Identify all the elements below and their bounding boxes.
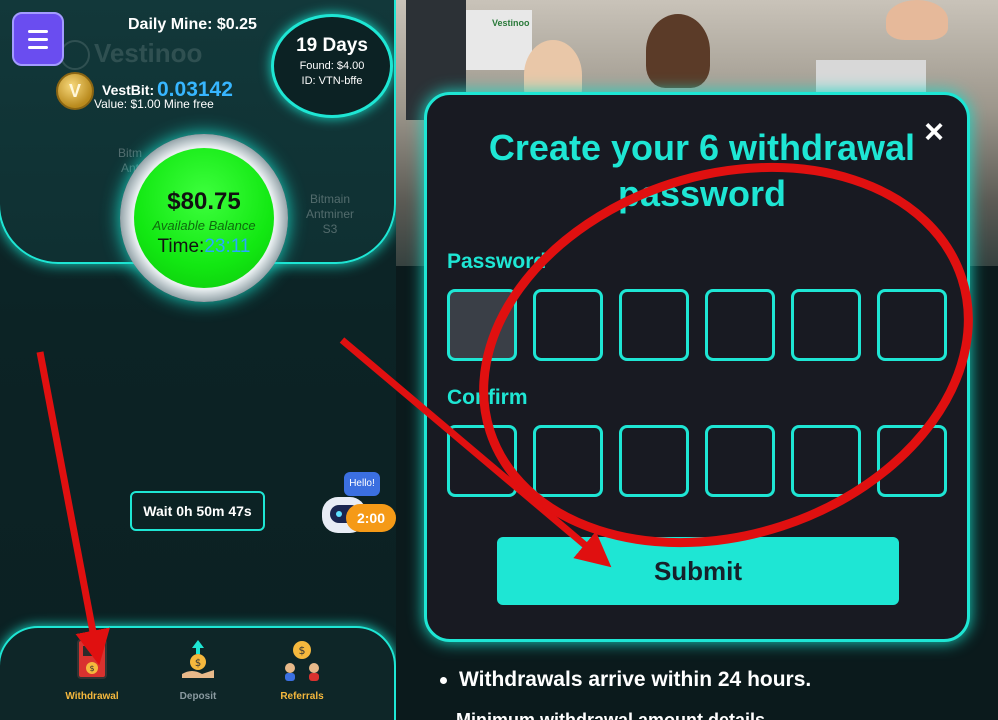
password-digit-2[interactable] bbox=[533, 289, 603, 361]
vestbit-subtext: Value: $1.00 Mine free bbox=[94, 97, 214, 111]
password-digit-4[interactable] bbox=[705, 289, 775, 361]
photo-brand-label: Vestinoo bbox=[492, 18, 530, 28]
ghost-miner-right: Bitmain Antminer S3 bbox=[306, 192, 355, 236]
referrals-icon: $ bbox=[285, 641, 319, 681]
balance-time-value: 23:11 bbox=[204, 236, 251, 257]
mining-dashboard-panel: Vestinoo Bitm Ant Bitmain Antminer S3 Daily… bbox=[0, 0, 396, 720]
menu-button[interactable] bbox=[12, 12, 64, 66]
withdrawal-password-modal: Create your 6 withdrawal password × Pass… bbox=[424, 92, 970, 642]
password-digit-6[interactable] bbox=[877, 289, 947, 361]
balance-amount: $80.75 bbox=[167, 188, 241, 215]
daily-mine-text: Daily Mine: $0.25 bbox=[128, 16, 257, 33]
vestbit-coin-icon: V bbox=[56, 72, 94, 110]
nav-label-referrals: Referrals bbox=[280, 691, 324, 702]
nav-item-deposit[interactable]: $ Deposit bbox=[158, 638, 238, 702]
svg-text:$: $ bbox=[89, 664, 94, 673]
confirm-digit-5[interactable] bbox=[791, 425, 861, 497]
balance-label: Available Balance bbox=[152, 218, 256, 233]
confirm-pin-row bbox=[447, 425, 947, 497]
found-amount: Found: $4.00 bbox=[299, 60, 365, 72]
nav-item-referrals[interactable]: $ Referrals bbox=[262, 638, 342, 702]
balance-orb-inner: $80.75 Available Balance Time:23:11 bbox=[134, 148, 274, 288]
password-label: Password bbox=[447, 250, 547, 273]
withdrawal-note: Withdrawals arrive within 24 hours. bbox=[440, 668, 811, 692]
withdrawal-note-2: Minimum withdrawal amount details bbox=[456, 710, 766, 720]
user-id: ID: VTN-bffe bbox=[301, 75, 363, 87]
timer-badge[interactable]: 2:00 bbox=[346, 504, 396, 532]
deposit-icon: $ bbox=[182, 640, 214, 678]
vestbit-label: VestBit: bbox=[102, 82, 155, 98]
days-badge: 19 Days Found: $4.00 ID: VTN-bffe bbox=[271, 14, 393, 118]
confirm-digit-6[interactable] bbox=[877, 425, 947, 497]
svg-text:$: $ bbox=[195, 658, 201, 669]
balance-time: Time:23:11 bbox=[157, 236, 251, 257]
days-count: 19 Days bbox=[296, 35, 368, 56]
nav-label-withdrawal: Withdrawal bbox=[65, 691, 119, 702]
withdrawal-password-panel: Vestinoo Create your 6 withdrawal passwo… bbox=[396, 0, 998, 720]
password-digit-3[interactable] bbox=[619, 289, 689, 361]
submit-button[interactable]: Submit bbox=[497, 537, 899, 605]
nav-item-withdrawal[interactable]: $ Withdrawal bbox=[52, 638, 132, 702]
confirm-digit-1[interactable] bbox=[447, 425, 517, 497]
close-icon[interactable]: × bbox=[919, 115, 949, 149]
nav-label-deposit: Deposit bbox=[179, 691, 217, 702]
vestinoo-watermark: Vestinoo bbox=[60, 38, 202, 71]
balance-orb[interactable]: $80.75 Available Balance Time:23:11 bbox=[120, 134, 288, 302]
withdrawal-icon: $ bbox=[77, 639, 107, 679]
confirm-digit-2[interactable] bbox=[533, 425, 603, 497]
wait-timer-box: Wait 0h 50m 47s bbox=[130, 491, 265, 531]
password-digit-1[interactable] bbox=[447, 289, 517, 361]
confirm-digit-3[interactable] bbox=[619, 425, 689, 497]
modal-title: Create your 6 withdrawal password bbox=[488, 127, 916, 214]
confirm-label: Confirm bbox=[447, 386, 528, 409]
confirm-digit-4[interactable] bbox=[705, 425, 775, 497]
password-digit-5[interactable] bbox=[791, 289, 861, 361]
svg-text:$: $ bbox=[299, 644, 306, 657]
robot-hello-bubble: Hello! bbox=[344, 472, 380, 496]
password-pin-row bbox=[447, 289, 947, 361]
